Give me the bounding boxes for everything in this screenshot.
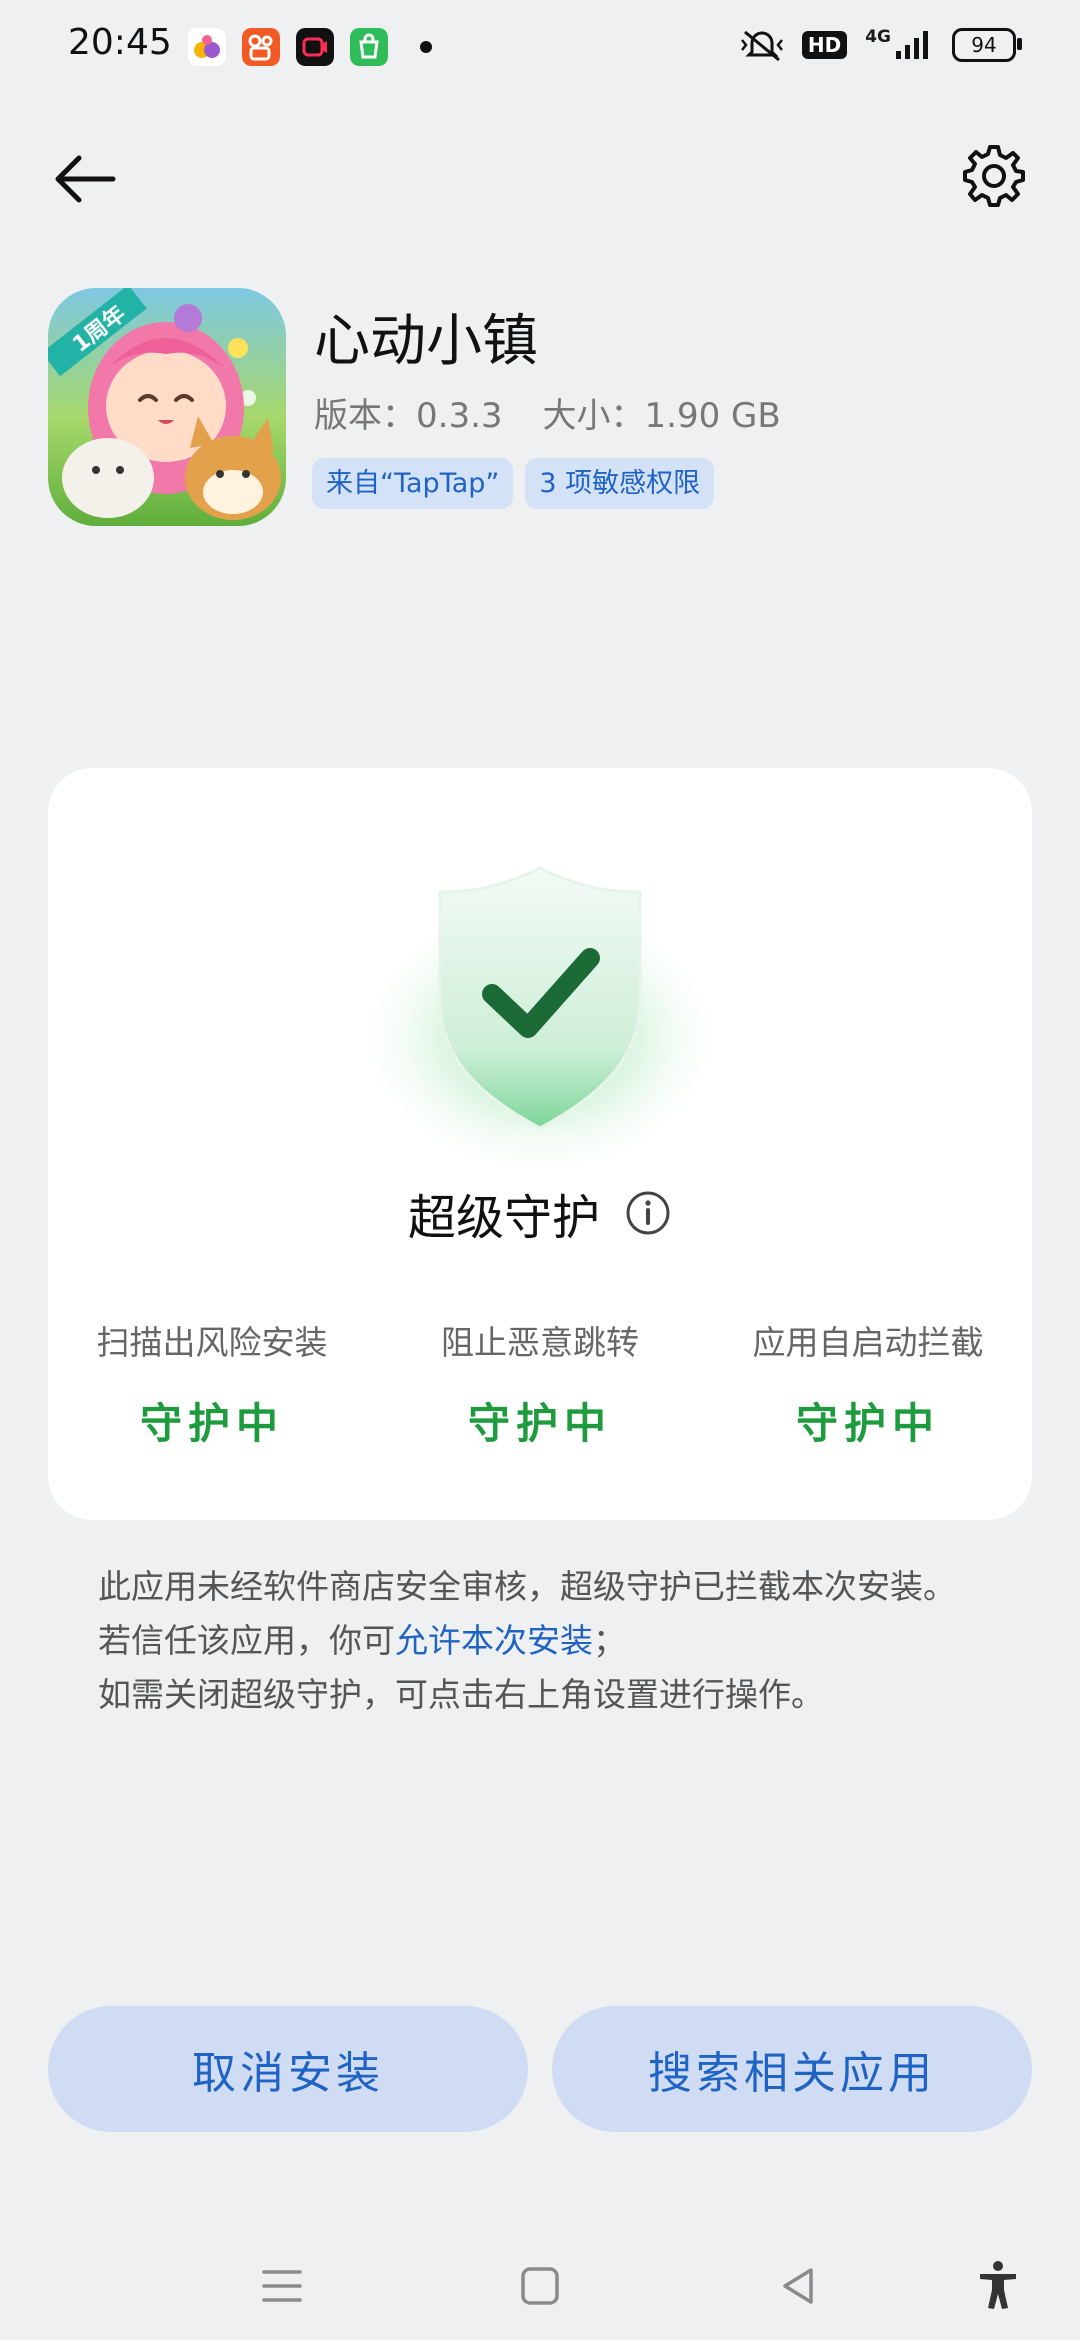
feature-autostart-block: 应用自启动拦截 守护中 — [704, 1316, 1032, 1451]
app-name: 心动小镇 — [314, 309, 538, 374]
mute-bell-icon — [740, 30, 783, 62]
status-bar: 20:45 HD 4G 94 — [0, 0, 1080, 96]
accessibility-icon — [980, 2261, 1016, 2309]
protection-title-row: 超级守护 — [48, 1178, 1032, 1248]
cancel-install-button[interactable]: 取消安装 — [48, 2006, 528, 2132]
nav-back-button[interactable] — [768, 2256, 828, 2316]
status-right: HD 4G 94 — [740, 28, 1022, 62]
kuaishou-icon — [242, 28, 280, 66]
feature-label: 扫描出风险安装 — [96, 1323, 328, 1362]
notice-text: 此应用未经软件商店安全审核，超级守护已拦截本次安装。若信任该应用，你可允许本次安… — [98, 1560, 988, 1722]
nav-menu-button[interactable] — [252, 2256, 312, 2316]
app-tags: 来自“TapTap” 3 项敏感权限 — [312, 458, 715, 509]
status-time: 20:45 — [68, 22, 172, 63]
hd-badge: HD — [801, 31, 848, 59]
app-icon: 1周年 — [48, 288, 286, 526]
back-triangle-icon — [783, 2268, 813, 2304]
search-related-apps-button[interactable]: 搜索相关应用 — [552, 2006, 1032, 2132]
fruit-app-icon — [188, 28, 226, 66]
recorder-icon — [296, 28, 334, 66]
feature-label: 阻止恶意跳转 — [441, 1323, 639, 1362]
shield-graphic — [340, 848, 740, 1168]
app-icon-image: 1周年 — [48, 288, 286, 526]
app-size: 大小：1.90 GB — [542, 396, 781, 436]
source-tag[interactable]: 来自“TapTap” — [312, 458, 514, 509]
protection-features: 扫描出风险安装 守护中 阻止恶意跳转 守护中 应用自启动拦截 守护中 — [48, 1316, 1032, 1451]
battery-level: 94 — [971, 33, 997, 57]
signal-indicator: 4G — [865, 29, 934, 61]
feature-label: 应用自启动拦截 — [752, 1323, 984, 1362]
gear-icon — [963, 145, 1025, 207]
app-meta: 版本：0.3.3 大小：1.90 GB — [314, 388, 781, 437]
notice-line-2: 如需关闭超级守护，可点击右上角设置进行操作。 — [98, 1675, 824, 1714]
signal-icon — [896, 31, 928, 59]
permissions-tag[interactable]: 3 项敏感权限 — [525, 458, 715, 509]
network-type: 4G — [865, 27, 891, 47]
info-icon[interactable] — [624, 1189, 672, 1237]
feature-block-redirect: 阻止恶意跳转 守护中 — [376, 1316, 704, 1451]
feature-status: 守护中 — [139, 1399, 284, 1448]
protection-card: 超级守护 扫描出风险安装 守护中 阻止恶意跳转 守护中 应用自启动拦截 守护中 — [48, 768, 1032, 1520]
settings-button[interactable] — [948, 130, 1040, 222]
shield-check-icon — [350, 866, 730, 1168]
shop-icon — [350, 28, 388, 66]
protection-title: 超级守护 — [407, 1190, 600, 1246]
notice-text-after: ； — [593, 1621, 626, 1660]
status-app-icons — [188, 28, 432, 66]
app-header: 1周年 心动小镇 版本：0.3.3 大小：1.90 GB 来自“TapTap” … — [48, 288, 1038, 538]
battery-icon: 94 — [952, 28, 1022, 62]
accessibility-button[interactable] — [968, 2256, 1028, 2316]
back-arrow-icon — [55, 155, 116, 203]
notification-dot — [420, 41, 432, 53]
allow-install-link[interactable]: 允许本次安装 — [395, 1621, 593, 1660]
app-version: 版本：0.3.3 — [314, 396, 503, 436]
navigation-bar — [0, 2220, 1080, 2340]
back-button[interactable] — [40, 134, 130, 224]
feature-status: 守护中 — [467, 1399, 612, 1448]
nav-home-button[interactable] — [510, 2256, 570, 2316]
feature-risk-scan: 扫描出风险安装 守护中 — [48, 1316, 376, 1451]
menu-icon — [262, 2270, 302, 2302]
home-square-icon — [521, 2267, 559, 2305]
feature-status: 守护中 — [795, 1399, 940, 1448]
